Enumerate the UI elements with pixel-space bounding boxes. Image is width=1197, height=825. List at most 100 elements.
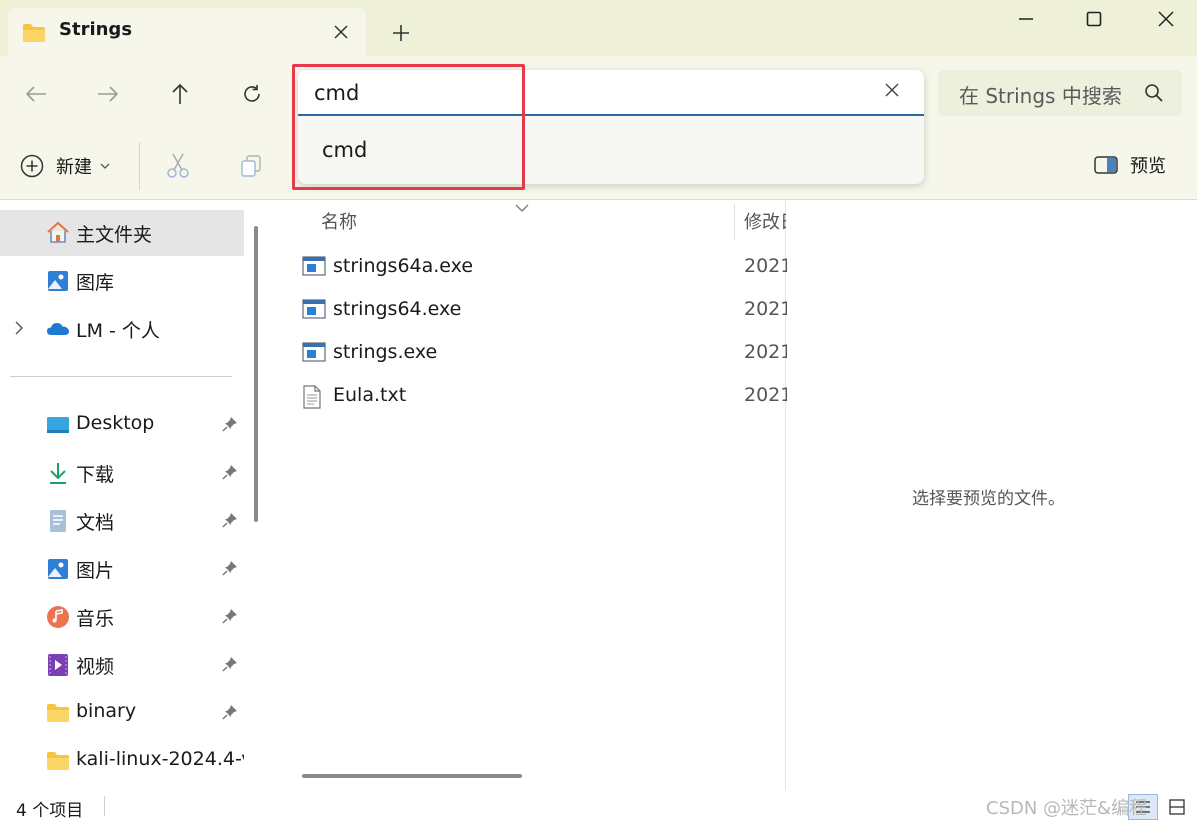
clear-icon[interactable] [884,82,900,103]
file-row[interactable]: strings.exe 2021 [276,334,792,374]
pictures-icon [46,557,70,581]
close-window-icon[interactable] [1136,4,1196,34]
pin-icon[interactable] [222,656,238,677]
exe-file-icon [302,342,326,367]
sidebar-item-label: 图片 [76,560,115,582]
forward-arrow-icon[interactable] [88,76,128,112]
file-row[interactable]: strings64a.exe 2021 [276,248,792,288]
horizontal-scrollbar[interactable] [302,774,522,778]
onedrive-icon [46,317,70,341]
file-row[interactable]: strings64.exe 2021 [276,291,792,331]
new-tab-icon[interactable] [386,18,416,48]
music-icon [46,605,70,629]
sidebar-item-label: 音乐 [76,608,115,630]
exe-file-icon [302,299,326,324]
sidebar-scrollbar[interactable] [254,226,258,522]
sidebar-item-pictures[interactable]: 图片 [0,546,244,592]
documents-icon [46,509,70,533]
pin-icon[interactable] [222,560,238,581]
sidebar-item-gallery[interactable]: 图库 [0,258,244,304]
toolbar-divider [139,142,140,190]
annotation-highlight-box [292,64,525,190]
item-count: 4 个项目 [16,801,84,821]
pin-icon[interactable] [222,608,238,629]
maximize-icon[interactable] [1064,4,1124,34]
pin-icon[interactable] [222,512,238,533]
back-arrow-icon[interactable] [16,76,56,112]
chevron-right-icon[interactable] [14,320,24,341]
file-name: strings64.exe [333,298,462,320]
pin-icon[interactable] [222,464,238,485]
file-date: 2021 [744,298,793,320]
plus-circle-icon [20,154,44,178]
title-bar: Strings [0,0,1197,56]
desktop-icon [46,413,70,437]
preview-button-label: 预览 [1130,156,1166,177]
exe-file-icon [302,256,326,281]
file-name: strings.exe [333,341,438,363]
tab-title: Strings [59,19,133,40]
tiles-view-icon[interactable] [1162,794,1192,820]
sidebar-item-label: 图库 [76,272,115,294]
sidebar-item-label: Desktop [76,412,155,434]
tab-close-icon[interactable] [326,18,356,46]
column-divider[interactable] [734,204,735,240]
minimize-icon[interactable] [996,4,1056,34]
preview-pane-icon [1094,156,1118,174]
status-divider [104,796,105,816]
sidebar-item-videos[interactable]: 视频 [0,642,244,688]
sidebar-item-label: binary [76,700,137,722]
sidebar-item-downloads[interactable]: 下载 [0,450,244,496]
watermark: CSDN @迷茫&编程 [986,798,1148,819]
sidebar-item-kali[interactable]: kali-linux-2024.4-vr [0,738,244,784]
sidebar-item-music[interactable]: 音乐 [0,594,244,640]
search-icon[interactable] [1144,83,1164,108]
preview-pane: 选择要预览的文件。 [787,200,1197,790]
sidebar-item-label: 视频 [76,656,115,678]
preview-message: 选择要预览的文件。 [912,489,1065,509]
pin-icon[interactable] [222,416,238,437]
navigation-pane: 主文件夹 图库 LM - 个人 Desktop 下载 文档 图片 音乐 视频 b… [0,200,262,790]
file-name: Eula.txt [333,384,407,406]
pin-icon[interactable] [222,704,238,725]
file-date: 2021 [744,384,793,406]
sidebar-item-home[interactable]: 主文件夹 [0,210,244,256]
sidebar-item-onedrive[interactable]: LM - 个人 [0,306,244,352]
sidebar-item-label: 主文件夹 [76,224,153,246]
sidebar-item-label: 下载 [76,464,115,486]
sidebar-item-desktop[interactable]: Desktop [0,402,244,448]
search-placeholder: 在 Strings 中搜索 [959,84,1122,108]
video-icon [46,653,70,677]
new-button-label: 新建 [56,157,92,178]
sort-chevron-icon [515,196,529,217]
file-date: 2021 [744,255,793,277]
new-button[interactable]: 新建 [20,152,110,180]
column-header-modified[interactable]: 修改日 [744,208,786,234]
up-arrow-icon[interactable] [160,76,200,112]
sidebar-item-label: kali-linux-2024.4-vr [76,748,244,770]
sidebar-item-label: 文档 [76,512,115,534]
file-list: 名称 修改日 [276,200,786,790]
folder-icon [46,749,70,773]
tab-strings[interactable]: Strings [8,8,366,56]
file-row[interactable]: Eula.txt 2021 [276,377,792,417]
refresh-icon[interactable] [232,76,272,112]
text-file-icon [302,385,322,414]
sidebar-divider [10,376,232,377]
column-header-name[interactable]: 名称 [321,208,357,234]
sidebar-item-binary[interactable]: binary [0,690,244,736]
chevron-down-icon [100,163,110,169]
preview-button[interactable]: 预览 [1094,152,1166,178]
file-name: strings64a.exe [333,255,474,277]
cut-icon[interactable] [164,152,192,180]
search-input[interactable]: 在 Strings 中搜索 [938,70,1182,116]
gallery-icon [46,269,70,293]
download-icon [46,461,70,485]
sidebar-item-documents[interactable]: 文档 [0,498,244,544]
folder-icon [46,701,70,725]
copy-icon[interactable] [237,152,265,180]
sidebar-item-label: LM - 个人 [76,320,160,342]
file-date: 2021 [744,341,793,363]
home-icon [46,221,70,245]
folder-icon [22,23,46,48]
